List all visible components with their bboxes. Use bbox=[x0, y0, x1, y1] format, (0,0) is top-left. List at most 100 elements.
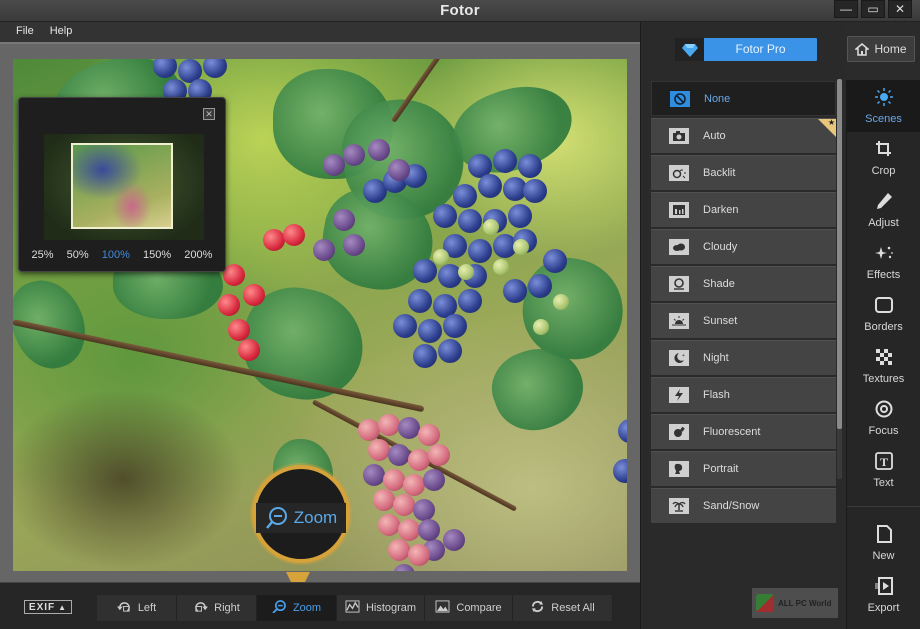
sidetool-export[interactable]: Export bbox=[847, 569, 920, 621]
text-icon: T bbox=[874, 451, 893, 470]
crop-icon bbox=[875, 140, 891, 156]
scene-item-backlit[interactable]: Backlit bbox=[651, 155, 836, 190]
minimize-button[interactable]: — bbox=[834, 0, 858, 18]
tool-reset-all-button[interactable]: Reset All bbox=[513, 595, 613, 621]
tool-left-button[interactable]: Left bbox=[97, 595, 177, 621]
scene-item-night[interactable]: + Night bbox=[651, 340, 836, 375]
scene-item-shade[interactable]: Shade bbox=[651, 266, 836, 301]
zoom-level-option[interactable]: 25% bbox=[32, 249, 54, 261]
rotate-right-icon bbox=[195, 602, 209, 612]
grape bbox=[618, 419, 627, 443]
sidetool-label: Export bbox=[867, 601, 900, 614]
grape bbox=[343, 234, 365, 256]
zoom-level-option[interactable]: 50% bbox=[67, 249, 89, 261]
home-button[interactable]: Home bbox=[847, 36, 915, 62]
scene-item-none[interactable]: None bbox=[651, 81, 836, 116]
text-icon: T bbox=[874, 451, 894, 473]
crop-icon bbox=[874, 140, 894, 161]
grape bbox=[478, 174, 502, 198]
grape bbox=[358, 419, 380, 441]
grape bbox=[383, 469, 405, 491]
sidetool-adjust[interactable]: Adjust bbox=[847, 184, 920, 236]
sidetool-crop[interactable]: Crop bbox=[847, 132, 920, 184]
sidetool-textures[interactable]: Textures bbox=[847, 340, 920, 392]
scene-icon-box bbox=[669, 239, 689, 255]
flash-icon bbox=[675, 389, 683, 401]
grape bbox=[413, 259, 437, 283]
scene-icon-box: + bbox=[669, 350, 689, 366]
grape bbox=[333, 209, 355, 231]
scene-label: Sand/Snow bbox=[703, 500, 760, 512]
sunset-icon bbox=[672, 316, 686, 326]
rotate-right-icon bbox=[193, 600, 209, 616]
grape bbox=[433, 204, 457, 228]
watermark-text: ALL PC World bbox=[778, 598, 832, 608]
export-icon bbox=[874, 576, 893, 595]
scene-item-fluorescent[interactable]: Fluorescent bbox=[651, 414, 836, 449]
scene-item-sand-snow[interactable]: Sand/Snow bbox=[651, 488, 836, 523]
divider bbox=[847, 506, 920, 507]
sidetool-label: Crop bbox=[871, 164, 896, 177]
tool-label: Histogram bbox=[365, 602, 417, 614]
zoom-level-option[interactable]: 150% bbox=[143, 249, 171, 261]
moon-icon: + bbox=[674, 353, 685, 363]
grape bbox=[458, 264, 474, 280]
tool-right-button[interactable]: Right bbox=[177, 595, 257, 621]
scenes-panel: Fotor Pro None Auto ★ Backlit Darken Cloudy Sh… bbox=[640, 22, 846, 629]
navigator-close-button[interactable]: ✕ bbox=[203, 108, 215, 120]
zoom-icon bbox=[272, 600, 286, 614]
histogram-icon bbox=[345, 600, 360, 616]
sidetool-borders[interactable]: Borders bbox=[847, 288, 920, 340]
scrollbar-thumb[interactable] bbox=[837, 79, 842, 429]
zoom-level-option[interactable]: 100% bbox=[102, 249, 130, 261]
grape bbox=[408, 289, 432, 313]
zoom-level-option[interactable]: 200% bbox=[184, 249, 212, 261]
sidetool-scenes[interactable]: Scenes bbox=[847, 80, 920, 132]
exif-label: EXIF bbox=[28, 601, 56, 613]
menu-help[interactable]: Help bbox=[44, 22, 79, 42]
exif-button[interactable]: EXIF ▲ bbox=[24, 600, 72, 614]
grape bbox=[368, 439, 390, 461]
tool-compare-button[interactable]: Compare bbox=[425, 595, 513, 621]
navigator-viewport[interactable] bbox=[71, 143, 173, 229]
sidetool-text[interactable]: T Text bbox=[847, 444, 920, 496]
scene-item-auto[interactable]: Auto ★ bbox=[651, 118, 836, 153]
scene-item-portrait[interactable]: Portrait bbox=[651, 451, 836, 486]
scene-item-flash[interactable]: Flash bbox=[651, 377, 836, 412]
scenes-icon bbox=[874, 87, 893, 106]
scene-item-cloudy[interactable]: Cloudy bbox=[651, 229, 836, 264]
scene-label: Shade bbox=[703, 278, 735, 290]
menu-file[interactable]: File bbox=[10, 22, 40, 42]
darken-icon bbox=[673, 205, 685, 215]
grape bbox=[393, 564, 415, 571]
grape bbox=[418, 519, 440, 541]
scene-label: Night bbox=[703, 352, 729, 364]
sidetool-effects[interactable]: Effects bbox=[847, 236, 920, 288]
focus-icon bbox=[875, 400, 892, 417]
close-button[interactable]: ✕ bbox=[888, 0, 912, 18]
grape bbox=[313, 239, 335, 261]
diamond-icon bbox=[681, 43, 698, 57]
tool-zoom-button[interactable]: Zoom bbox=[257, 595, 337, 621]
sidetool-label: Scenes bbox=[865, 112, 902, 125]
grape bbox=[443, 529, 465, 551]
grape bbox=[518, 154, 542, 178]
grape bbox=[553, 294, 569, 310]
grape bbox=[533, 319, 549, 335]
sidetool-label: New bbox=[872, 549, 895, 562]
scene-item-sunset[interactable]: Sunset bbox=[651, 303, 836, 338]
scene-list-scrollbar[interactable] bbox=[837, 79, 842, 479]
tool-histogram-button[interactable]: Histogram bbox=[337, 595, 425, 621]
border-icon bbox=[874, 296, 893, 313]
scene-item-darken[interactable]: Darken bbox=[651, 192, 836, 227]
grape bbox=[458, 289, 482, 313]
grape bbox=[398, 417, 420, 439]
close-icon: ✕ bbox=[894, 2, 906, 16]
maximize-button[interactable]: ▭ bbox=[861, 0, 885, 18]
sidetool-new[interactable]: New bbox=[847, 517, 920, 569]
sidetool-focus[interactable]: Focus bbox=[847, 392, 920, 444]
bottom-toolbar: EXIF ▲ Left Right Zoom Histogram Compare Rese… bbox=[0, 582, 640, 629]
watermark: ALL PC World bbox=[752, 588, 838, 618]
histogram-icon bbox=[345, 600, 360, 613]
fotor-pro-button[interactable]: Fotor Pro bbox=[674, 37, 818, 62]
